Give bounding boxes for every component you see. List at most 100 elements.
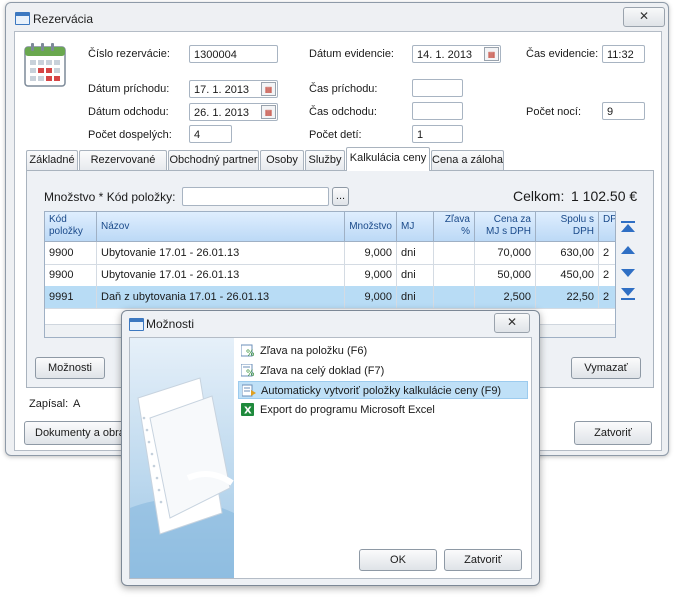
table-row[interactable]: 9900 Ubytovanie 17.01 - 26.01.13 9,000 d… <box>45 242 615 265</box>
pocet-noci-field[interactable]: 9 <box>602 102 645 120</box>
cell-spolu: 22,50 <box>536 286 599 308</box>
dialog-title: Možnosti <box>146 317 195 331</box>
column-header[interactable]: Kód položky <box>45 212 97 241</box>
tab-obchodny-partner[interactable]: Obchodný partner <box>168 150 259 170</box>
cell-kod: 9900 <box>45 264 97 286</box>
cas-odchodu-label: Čas odchodu: <box>309 106 377 118</box>
dokumenty-button[interactable]: Dokumenty a obrá <box>24 421 134 445</box>
table-row-selected[interactable]: 9991 Daň z ubytovania 17.01 - 26.01.13 9… <box>45 286 615 309</box>
cas-evidencie-field[interactable]: 11:32 <box>602 45 645 63</box>
tab-sluzby[interactable]: Služby <box>305 150 345 170</box>
dialog-close-button[interactable]: ✕ <box>494 313 530 333</box>
dialog-zatvorit-button[interactable]: Zatvoriť <box>444 549 522 571</box>
table-header: Kód položky Názov Množstvo MJ Zľava % Ce… <box>45 212 615 242</box>
moznosti-dialog: Možnosti ✕ % Zľava na položku (F6) % Zľa… <box>121 310 540 586</box>
move-down-icon[interactable] <box>620 268 636 278</box>
date-picker-icon[interactable]: ▦ <box>261 105 276 119</box>
column-header[interactable]: MJ <box>397 212 434 241</box>
datum-evidencie-label: Dátum evidencie: <box>309 48 394 60</box>
cell-kod: 9991 <box>45 286 97 308</box>
kod-polozky-input[interactable] <box>182 187 329 206</box>
title-bar: Rezervácia ✕ <box>6 3 668 33</box>
cell-spolu: 450,00 <box>536 264 599 286</box>
tab-kalkulacia-ceny[interactable]: Kalkulácia ceny <box>346 147 430 171</box>
cell-mnozstvo: 9,000 <box>345 286 397 308</box>
pocet-noci-label: Počet nocí: <box>526 106 582 118</box>
datum-prichodu-label: Dátum príchodu: <box>88 83 170 95</box>
menu-item-export-excel[interactable]: X Export do programu Microsoft Excel <box>238 401 528 419</box>
table-row[interactable]: 9900 Ubytovanie 17.01 - 26.01.13 9,000 d… <box>45 264 615 287</box>
column-header[interactable]: Množstvo <box>345 212 397 241</box>
menu-item-label: Zľava na položku (F6) <box>260 345 368 357</box>
auto-create-icon <box>242 384 256 397</box>
paper-illustration <box>130 338 234 578</box>
zapisal-label: Zapísal: <box>29 398 69 410</box>
cell-zlava <box>434 286 475 308</box>
tab-cena-a-zaloha[interactable]: Cena a záloha <box>431 150 504 170</box>
cell-nazov: Ubytovanie 17.01 - 26.01.13 <box>97 242 345 264</box>
pocet-deti-field[interactable]: 1 <box>412 125 463 143</box>
move-bottom-icon[interactable] <box>620 288 636 300</box>
cell-nazov: Ubytovanie 17.01 - 26.01.13 <box>97 264 345 286</box>
zatvorit-button[interactable]: Zatvoriť <box>574 421 652 445</box>
cell-mnozstvo: 9,000 <box>345 264 397 286</box>
cell-mj: dni <box>397 242 434 264</box>
svg-text:%: % <box>246 349 255 357</box>
column-header[interactable]: DP <box>599 212 615 241</box>
window-title: Rezervácia <box>33 12 94 26</box>
menu-item-zlava-polozka[interactable]: % Zľava na položku (F6) <box>238 342 528 360</box>
celkom-label: Celkom: <box>513 188 565 204</box>
move-up-icon[interactable] <box>620 245 636 255</box>
browse-button[interactable]: ... <box>332 187 349 206</box>
cislo-rezervacie-label: Číslo rezervácie: <box>88 48 170 60</box>
cell-mj: dni <box>397 264 434 286</box>
cell-dph: 2 <box>599 264 615 286</box>
tab-rezervovane-izby[interactable]: Rezervované izby <box>79 150 167 185</box>
cell-kod: 9900 <box>45 242 97 264</box>
tab-osoby[interactable]: Osoby <box>260 150 304 170</box>
vymazat-button[interactable]: Vymazať <box>571 357 641 379</box>
zapisal-value: A <box>73 398 81 410</box>
dialog-content: % Zľava na položku (F6) % Zľava na celý … <box>129 337 532 579</box>
menu-item-label: Export do programu Microsoft Excel <box>260 404 435 416</box>
moznosti-button[interactable]: Možnosti <box>35 357 105 379</box>
cas-prichodu-field[interactable] <box>412 79 463 97</box>
calendar-icon <box>24 43 66 87</box>
cell-cena: 70,000 <box>475 242 536 264</box>
cell-cena: 50,000 <box>475 264 536 286</box>
cas-prichodu-label: Čas príchodu: <box>309 83 378 95</box>
cell-nazov: Daň z ubytovania 17.01 - 26.01.13 <box>97 286 345 308</box>
column-header[interactable]: Zľava % <box>434 212 475 241</box>
cell-dph: 2 <box>599 242 615 264</box>
column-header[interactable]: Spolu s DPH <box>536 212 599 241</box>
move-top-icon[interactable] <box>620 221 636 233</box>
discount-document-icon: % <box>241 364 255 377</box>
cas-odchodu-field[interactable] <box>412 102 463 120</box>
menu-item-zlava-doklad[interactable]: % Zľava na celý doklad (F7) <box>238 362 528 380</box>
ok-button[interactable]: OK <box>359 549 437 571</box>
cell-cena: 2,500 <box>475 286 536 308</box>
column-header[interactable]: Názov <box>97 212 345 241</box>
discount-item-icon: % <box>241 344 255 357</box>
pocet-dospelych-field[interactable]: 4 <box>189 125 232 143</box>
cell-dph: 2 <box>599 286 615 308</box>
app-window-icon <box>15 12 30 25</box>
close-window-button[interactable]: ✕ <box>623 7 665 27</box>
column-header[interactable]: Cena za MJ s DPH <box>475 212 536 241</box>
mnozstvo-kod-label: Množstvo * Kód položky: <box>44 190 176 204</box>
excel-icon: X <box>241 403 254 417</box>
dialog-window-icon <box>129 318 144 331</box>
menu-item-auto-create[interactable]: Automaticky vytvoriť položky kalkulácie … <box>238 381 528 399</box>
cell-mj: dni <box>397 286 434 308</box>
date-picker-icon[interactable]: ▦ <box>484 47 499 61</box>
cell-zlava <box>434 264 475 286</box>
pocet-dospelych-label: Počet dospelých: <box>88 129 172 141</box>
cislo-rezervacie-field[interactable]: 1300004 <box>189 45 278 63</box>
date-picker-icon[interactable]: ▦ <box>261 82 276 96</box>
cas-evidencie-label: Čas evidencie: <box>526 48 599 60</box>
datum-odchodu-label: Dátum odchodu: <box>88 106 169 118</box>
svg-text:X: X <box>244 406 252 417</box>
tab-zakladne[interactable]: Základné <box>26 150 78 170</box>
menu-item-label: Automaticky vytvoriť položky kalkulácie … <box>261 385 502 397</box>
cell-spolu: 630,00 <box>536 242 599 264</box>
